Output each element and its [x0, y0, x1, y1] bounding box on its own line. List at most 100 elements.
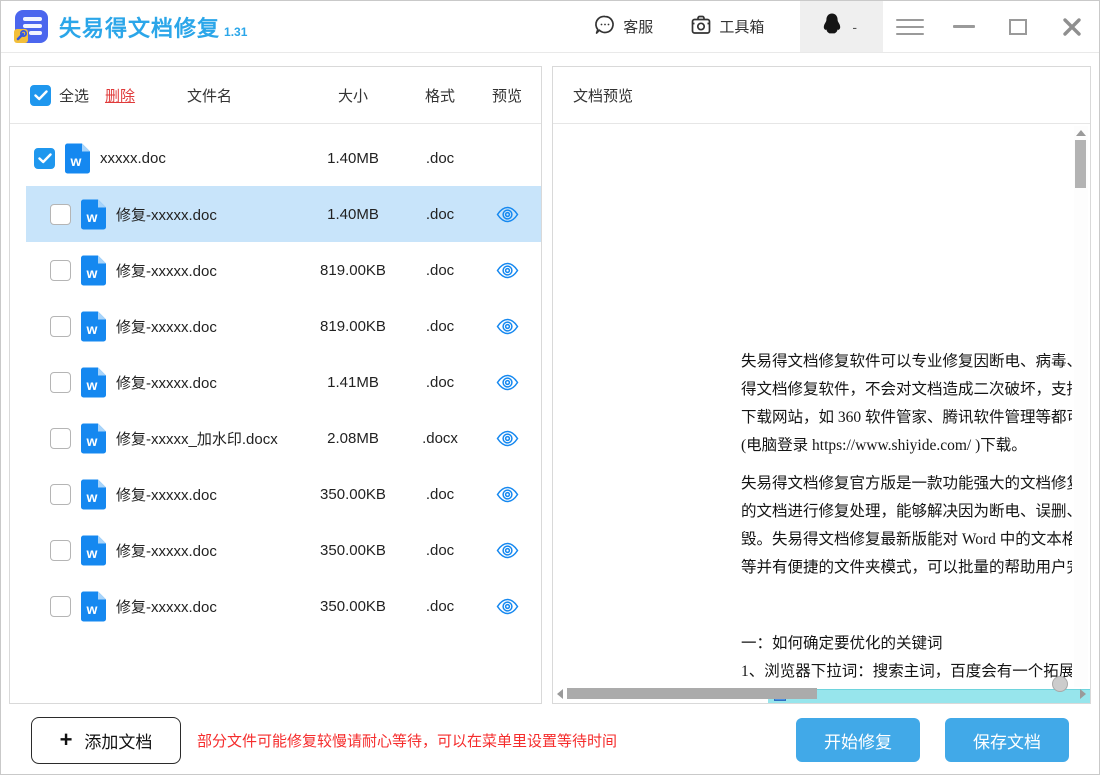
customer-service-label: 客服	[623, 16, 653, 37]
file-list: w xxxxx.doc 1.40MB .doc w 修复-xxxxx.doc 1…	[10, 124, 541, 703]
vertical-scrollbar[interactable]	[1074, 126, 1088, 687]
start-repair-button[interactable]: 开始修复	[796, 718, 920, 762]
preview-line: 等并有便捷的文件夹模式，可以批量的帮助用户完成	[741, 554, 1072, 582]
table-row[interactable]: w xxxxx.doc 1.40MB .doc	[26, 130, 541, 186]
vertical-scroll-thumb[interactable]	[1075, 140, 1086, 188]
qq-penguin-icon	[820, 12, 844, 41]
horizontal-scrollbar[interactable]	[555, 687, 1088, 701]
file-list-header: 全选 删除 文件名 大小 格式 预览	[10, 67, 541, 124]
file-name: 修复-xxxxx.doc	[116, 316, 305, 337]
hamburger-icon	[896, 14, 924, 40]
file-name: 修复-xxxxx.doc	[116, 484, 305, 505]
row-checkbox[interactable]	[50, 428, 71, 449]
file-format: .doc	[401, 318, 479, 335]
scroll-up-arrow-icon[interactable]	[1076, 130, 1086, 136]
table-row[interactable]: w 修复-xxxxx.doc 350.00KB .doc	[26, 578, 541, 634]
file-size: 1.40MB	[305, 206, 401, 223]
add-document-label: 添加文档	[84, 728, 152, 753]
row-checkbox[interactable]	[50, 372, 71, 393]
file-name: 修复-xxxxx.doc	[116, 540, 305, 561]
preview-body: 失易得文档修复软件可以专业修复因断电、病毒、误得文档修复软件，不会对文档造成二次…	[553, 124, 1090, 703]
preview-line: 失易得文档修复软件可以专业修复因断电、病毒、误	[741, 348, 1072, 376]
app-window: 失易得文档修复 1.31 客服	[0, 0, 1100, 775]
qq-account-button[interactable]: -	[800, 1, 883, 52]
preview-line: (电脑登录 https://www.shiyide.com/ )下载。	[741, 432, 1072, 460]
toolbox-label: 工具箱	[719, 16, 764, 37]
preview-eye-icon[interactable]	[479, 486, 535, 503]
app-title: 失易得文档修复	[59, 11, 220, 43]
menu-button[interactable]	[883, 1, 937, 52]
minimize-button[interactable]	[937, 1, 991, 52]
word-file-icon: w	[79, 479, 108, 510]
file-format: .docx	[401, 430, 479, 447]
file-name: 修复-xxxxx.doc	[116, 372, 305, 393]
column-header-format: 格式	[401, 85, 479, 106]
preview-panel: 文档预览 失易得文档修复软件可以专业修复因断电、病毒、误得文档修复软件，不会对文…	[552, 66, 1091, 704]
row-checkbox[interactable]	[50, 260, 71, 281]
toolbox-button[interactable]: 工具箱	[689, 13, 764, 41]
row-checkbox[interactable]	[34, 148, 55, 169]
preview-eye-icon[interactable]	[479, 262, 535, 279]
preview-eye-icon[interactable]	[479, 318, 535, 335]
file-name: xxxxx.doc	[100, 150, 305, 167]
table-row[interactable]: w 修复-xxxxx.doc 1.40MB .doc	[26, 186, 541, 242]
file-format: .doc	[401, 486, 479, 503]
file-size: 819.00KB	[305, 262, 401, 279]
table-row[interactable]: w 修复-xxxxx.doc 350.00KB .doc	[26, 466, 541, 522]
horizontal-scroll-thumb[interactable]	[567, 688, 817, 699]
table-row[interactable]: w 修复-xxxxx.doc 819.00KB .doc	[26, 242, 541, 298]
file-name: 修复-xxxxx.doc	[116, 596, 305, 617]
svg-text:w: w	[70, 153, 82, 169]
plus-icon: +	[60, 729, 73, 751]
file-size: 350.00KB	[305, 598, 401, 615]
customer-service-button[interactable]: 客服	[593, 13, 653, 41]
table-row[interactable]: w 修复-xxxxx.doc 819.00KB .doc	[26, 298, 541, 354]
word-file-icon: w	[79, 199, 108, 230]
delete-link[interactable]: 删除	[105, 85, 135, 106]
file-name: 修复-xxxxx.doc	[116, 260, 305, 281]
maximize-button[interactable]	[991, 1, 1045, 52]
preview-eye-icon[interactable]	[479, 430, 535, 447]
preview-eye-icon[interactable]	[479, 206, 535, 223]
file-size: 350.00KB	[305, 542, 401, 559]
file-size: 819.00KB	[305, 318, 401, 335]
close-button[interactable]	[1045, 1, 1099, 52]
select-all-checkbox[interactable]	[30, 85, 51, 106]
titlebar: 失易得文档修复 1.31 客服	[1, 1, 1099, 53]
row-checkbox[interactable]	[50, 596, 71, 617]
document-text: 失易得文档修复软件可以专业修复因断电、病毒、误得文档修复软件，不会对文档造成二次…	[741, 348, 1072, 686]
qq-account-label: -	[852, 19, 857, 35]
save-document-button[interactable]: 保存文档	[945, 718, 1069, 762]
file-size: 1.40MB	[305, 150, 401, 167]
maximize-icon	[1009, 19, 1027, 35]
row-checkbox[interactable]	[50, 484, 71, 505]
file-name: 修复-xxxxx.doc	[116, 204, 305, 225]
scroll-left-arrow-icon[interactable]	[557, 689, 563, 699]
preview-line: 得文档修复软件，不会对文档造成二次破坏，支持把	[741, 376, 1072, 404]
word-file-icon: w	[79, 591, 108, 622]
app-version: 1.31	[224, 25, 247, 39]
row-checkbox[interactable]	[50, 204, 71, 225]
file-format: .doc	[401, 598, 479, 615]
row-checkbox[interactable]	[50, 540, 71, 561]
select-all-label[interactable]: 全选	[59, 85, 89, 106]
file-format: .doc	[401, 374, 479, 391]
preview-eye-icon[interactable]	[479, 598, 535, 615]
table-row[interactable]: w 修复-xxxxx.doc 1.41MB .doc	[26, 354, 541, 410]
file-list-panel: 全选 删除 文件名 大小 格式 预览 w xxxxx.doc 1.40MB .d…	[9, 66, 542, 704]
preview-line: 的文档进行修复处理，能够解决因为断电、误删、天	[741, 498, 1072, 526]
add-document-button[interactable]: + 添加文档	[31, 717, 181, 764]
app-logo-icon	[13, 9, 49, 45]
file-format: .doc	[401, 542, 479, 559]
table-row[interactable]: w 修复-xxxxx.doc 350.00KB .doc	[26, 522, 541, 578]
file-format: .doc	[401, 262, 479, 279]
footer-bar: + 添加文档 部分文件可能修复较慢请耐心等待，可以在菜单里设置等待时间 开始修复…	[1, 704, 1099, 775]
row-checkbox[interactable]	[50, 316, 71, 337]
scroll-right-arrow-icon[interactable]	[1080, 689, 1086, 699]
main-area: 全选 删除 文件名 大小 格式 预览 w xxxxx.doc 1.40MB .d…	[1, 53, 1099, 704]
word-file-icon: w	[79, 311, 108, 342]
file-format: .doc	[401, 206, 479, 223]
preview-eye-icon[interactable]	[479, 542, 535, 559]
preview-eye-icon[interactable]	[479, 374, 535, 391]
table-row[interactable]: w 修复-xxxxx_加水印.docx 2.08MB .docx	[26, 410, 541, 466]
